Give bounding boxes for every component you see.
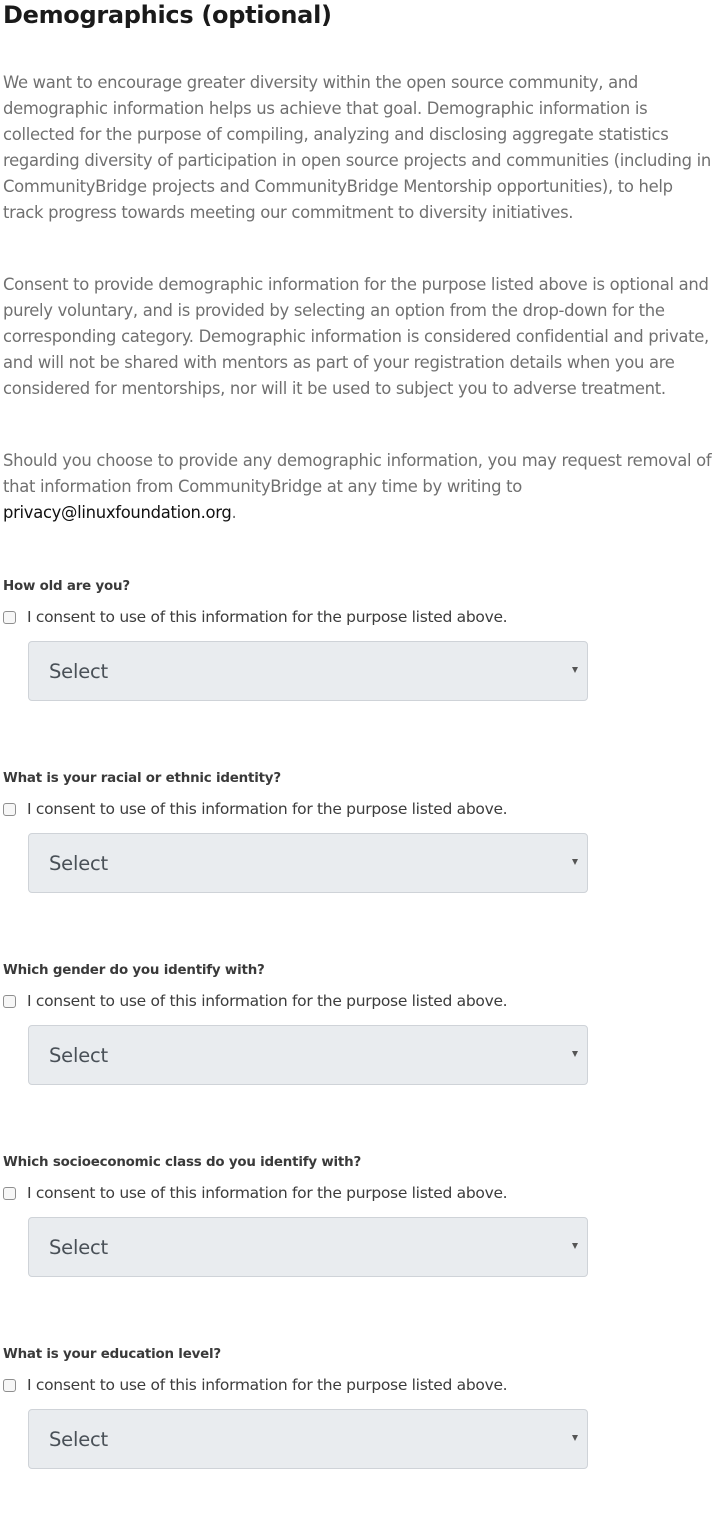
question-label: Which gender do you identify with? (3, 963, 265, 978)
consent-label: I consent to use of this information for… (27, 800, 508, 818)
education-level-select[interactable]: Select (28, 1409, 588, 1469)
consent-label: I consent to use of this information for… (27, 608, 508, 626)
intro-paragraph-1: We want to encourage greater diversity w… (3, 73, 711, 222)
select-value: Select (49, 852, 108, 875)
demographics-section: Demographics (optional) We want to encou… (0, 0, 714, 1485)
page-title: Demographics (optional) (3, 1, 332, 29)
select-value: Select (49, 1236, 108, 1259)
caret-down-icon (572, 1243, 578, 1249)
consent-checkbox[interactable] (3, 610, 16, 624)
intro-paragraph-2: Consent to provide demographic informati… (3, 275, 709, 398)
intro-paragraph-3: Should you choose to provide any demogra… (3, 448, 712, 526)
question-label: What is your racial or ethnic identity? (3, 771, 281, 786)
consent-row[interactable]: I consent to use of this information for… (3, 1375, 508, 1395)
caret-down-icon (572, 1435, 578, 1441)
caret-down-icon (572, 667, 578, 673)
question-socioeconomic-class: Which socioeconomic class do you identif… (0, 1155, 714, 1347)
question-label: Which socioeconomic class do you identif… (3, 1155, 362, 1170)
consent-row[interactable]: I consent to use of this information for… (3, 991, 508, 1011)
intro-paragraph-3-text: Should you choose to provide any demogra… (3, 451, 712, 496)
question-education-level: What is your education level? I consent … (0, 1347, 714, 1539)
consent-checkbox[interactable] (3, 802, 16, 816)
consent-checkbox[interactable] (3, 1186, 16, 1200)
question-age: How old are you? I consent to use of thi… (0, 579, 714, 771)
question-racial-ethnic-identity: What is your racial or ethnic identity? … (0, 771, 714, 963)
caret-down-icon (572, 1051, 578, 1057)
consent-label: I consent to use of this information for… (27, 992, 508, 1010)
caret-down-icon (572, 859, 578, 865)
consent-label: I consent to use of this information for… (27, 1376, 508, 1394)
question-gender: Which gender do you identify with? I con… (0, 963, 714, 1155)
consent-row[interactable]: I consent to use of this information for… (3, 607, 508, 627)
select-value: Select (49, 1428, 108, 1451)
question-label: How old are you? (3, 579, 130, 594)
question-label: What is your education level? (3, 1347, 221, 1362)
consent-row[interactable]: I consent to use of this information for… (3, 799, 508, 819)
intro-paragraph-3-end: . (231, 503, 237, 522)
age-select[interactable]: Select (28, 641, 588, 701)
consent-checkbox[interactable] (3, 994, 16, 1008)
socioeconomic-class-select[interactable]: Select (28, 1217, 588, 1277)
racial-ethnic-identity-select[interactable]: Select (28, 833, 588, 893)
consent-label: I consent to use of this information for… (27, 1184, 508, 1202)
consent-row[interactable]: I consent to use of this information for… (3, 1183, 508, 1203)
consent-checkbox[interactable] (3, 1378, 16, 1392)
select-value: Select (49, 1044, 108, 1067)
privacy-email-link[interactable]: privacy@linuxfoundation.org (3, 503, 232, 522)
gender-select[interactable]: Select (28, 1025, 588, 1085)
select-value: Select (49, 660, 108, 683)
